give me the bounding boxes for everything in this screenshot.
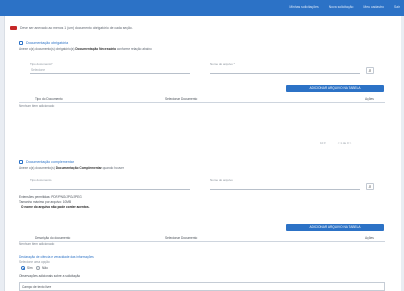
- nav-item[interactable]: Sair: [394, 5, 400, 9]
- column-header: Selecionar Documento: [165, 236, 198, 240]
- max-size-text: Tamanho máximo por arquivo: 10MB: [19, 200, 72, 204]
- section-complementary-title: Documentação complementar: [19, 160, 74, 164]
- radio-checked-icon: [21, 266, 25, 270]
- table-pager: 10 ▾ < 1 de 0 >: [320, 141, 351, 145]
- document-icon: [19, 160, 23, 164]
- declaration-question: Declaração de ciência e veracidade das i…: [19, 255, 94, 259]
- required-notice: Deve ser anexado ao menos 1 (um) documen…: [10, 26, 133, 30]
- radio-no[interactable]: Não: [36, 266, 48, 270]
- nav-item[interactable]: Meu cadastro: [363, 5, 384, 9]
- hint-bold: Documentação Necessária: [75, 47, 116, 51]
- section-required-title: Documentação obrigatória: [19, 41, 68, 45]
- hint-text: quando houver: [102, 166, 124, 170]
- search-icon: ⌕: [368, 184, 372, 190]
- hint-text: conforme relação abaixo: [116, 47, 152, 51]
- section-complementary-hint: Anexe o(s) documento(s) Documentação Com…: [19, 166, 124, 170]
- document-type-input[interactable]: [30, 181, 190, 190]
- column-header: Tipo do Documento: [35, 97, 63, 101]
- alert-badge-icon: [10, 26, 17, 30]
- section-title: Documentação complementar: [26, 160, 74, 164]
- document-type-select[interactable]: Selecione: [30, 65, 190, 74]
- table-header: Descrição do documento Selecionar Docume…: [19, 235, 385, 242]
- hint-text: Anexe o(s) documento(s): [19, 166, 55, 170]
- column-header: Ações: [365, 97, 374, 101]
- table-empty-text: Nenhum item adicionado: [19, 242, 55, 246]
- observation-label: Observações adicionais sobre a solicitaç…: [19, 274, 81, 278]
- search-button[interactable]: ⌕: [366, 67, 374, 74]
- radio-label: Sim: [27, 266, 33, 270]
- nav-item[interactable]: Nova solicitação: [329, 5, 354, 9]
- file-name-input[interactable]: [210, 181, 360, 190]
- notice-text: Deve ser anexado ao menos 1 (um) documen…: [20, 26, 133, 30]
- file-name-input[interactable]: [210, 65, 360, 74]
- table-header: Tipo do Documento Selecionar Documento A…: [19, 96, 385, 103]
- form-sheet: [4, 16, 401, 291]
- section-required-hint: Anexe o(s) documento(s) obrigatório(s) D…: [19, 47, 152, 51]
- search-icon: ⌕: [368, 68, 372, 74]
- allowed-extensions-text: Extensões permitidas: PDF/PNG/JPG/JPEG: [19, 195, 82, 199]
- add-file-button[interactable]: ADICIONAR ARQUIVO NA TABELA: [286, 224, 384, 231]
- observation-textarea[interactable]: Campo de texto livre: [19, 282, 385, 291]
- column-header: Ações: [365, 236, 374, 240]
- nav-item[interactable]: Minhas solicitações: [289, 5, 318, 9]
- column-header: Descrição do documento: [35, 236, 71, 240]
- hint-bold: Documentação Complementar: [55, 166, 102, 170]
- document-icon: [19, 41, 23, 45]
- hint-text: Anexe o(s) documento(s) obrigatório(s): [19, 47, 75, 51]
- radio-label: Não: [42, 266, 48, 270]
- page-size-select[interactable]: 10 ▾: [320, 141, 326, 145]
- radio-unchecked-icon: [36, 266, 40, 270]
- section-title: Documentação obrigatória: [26, 41, 69, 45]
- radio-yes[interactable]: Sim: [21, 266, 33, 270]
- table-empty-text: Nenhum item adicionado: [19, 104, 55, 108]
- search-button[interactable]: ⌕: [366, 183, 374, 190]
- top-nav: Minhas solicitações Nova solicitação Meu…: [289, 5, 400, 9]
- declaration-subtext: Selecione uma opção: [19, 260, 50, 264]
- column-header: Selecionar Documento: [165, 97, 198, 101]
- page-nav[interactable]: < 1 de 0 >: [338, 141, 352, 145]
- add-file-button[interactable]: ADICIONAR ARQUIVO NA TABELA: [286, 85, 384, 92]
- top-bar: Minhas solicitações Nova solicitação Meu…: [0, 0, 404, 16]
- filename-warning: O nome do arquivo não pode conter acento…: [21, 205, 90, 209]
